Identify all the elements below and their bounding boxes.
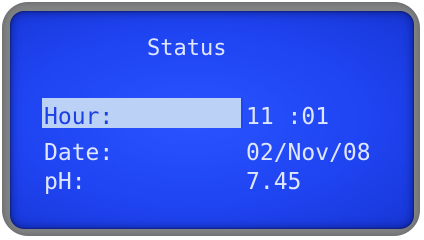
date-value[interactable]: 02/Nov/08 xyxy=(246,141,371,165)
ph-label[interactable]: pH: xyxy=(44,170,86,194)
hour-label[interactable]: Hour: xyxy=(44,105,113,129)
lcd-screen: Status Hour: 11 :01 Date: 02/Nov/08 pH: … xyxy=(10,11,414,229)
highlight-gap xyxy=(241,98,243,128)
hour-value[interactable]: 11 :01 xyxy=(246,105,329,129)
screen-title: Status xyxy=(147,36,227,61)
date-label[interactable]: Date: xyxy=(44,141,113,165)
ph-value[interactable]: 7.45 xyxy=(246,170,301,194)
